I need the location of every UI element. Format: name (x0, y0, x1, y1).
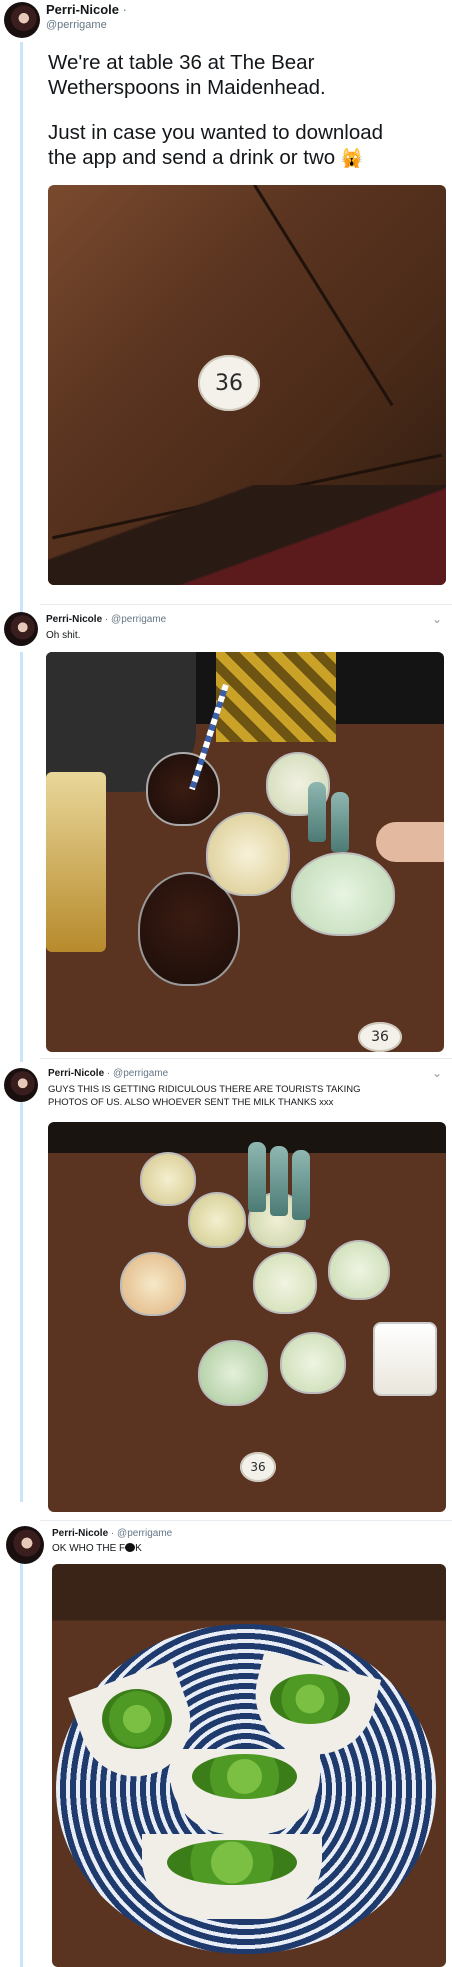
peas (192, 1754, 297, 1799)
tweet-text: GUYS THIS IS GETTING RIDICULOUS THERE AR… (48, 1083, 361, 1109)
author-handle[interactable]: @perrigame (46, 19, 107, 31)
tweet-text: We're at table 36 at The Bear Wetherspoo… (48, 50, 448, 171)
separator-dot: · (104, 614, 109, 625)
tweet-photo[interactable]: 36 (48, 1122, 446, 1512)
carpet (48, 485, 446, 585)
chevron-down-icon[interactable]: ⌄ (432, 1066, 442, 1080)
gin-glass (206, 812, 290, 896)
tweet-photo[interactable] (52, 1564, 446, 1967)
avatar[interactable] (4, 612, 38, 646)
tweet[interactable]: Perri-Nicole · @perrigame OK WHO THE FK (0, 1524, 452, 1967)
author-name[interactable]: Perri-Nicole (48, 1068, 104, 1079)
divider (40, 604, 452, 605)
peas (167, 1840, 297, 1885)
tweet-text-line: PHOTOS OF US. ALSO WHOEVER SENT THE MILK… (48, 1097, 334, 1108)
tweet[interactable]: Perri-Nicole · @perrigame ⌄ GUYS THIS IS… (0, 1064, 452, 1519)
author-handle[interactable]: @perrigame (117, 1528, 172, 1539)
divider (40, 1058, 452, 1059)
separator-dot: · (110, 1528, 115, 1539)
tweet-text-line: the app and send a drink or two 🙀 (48, 146, 364, 169)
tweet-text: Oh shit. (46, 630, 81, 641)
author-handle[interactable]: @perrigame (111, 614, 166, 625)
table-number-plate: 36 (240, 1452, 276, 1482)
tweet-photo[interactable]: 36 (48, 185, 446, 585)
author-handle[interactable]: @perrigame (113, 1068, 168, 1079)
milk-glass (373, 1322, 437, 1396)
gin-glass (280, 1332, 346, 1394)
tweet[interactable]: Perri-Nicole · @perrigame We're at table… (0, 0, 452, 600)
separator-dot: · (106, 1068, 111, 1079)
table-number-plate: 36 (198, 355, 260, 411)
tonic-bottle (248, 1142, 266, 1212)
separator-dot: · (122, 2, 127, 17)
peas (270, 1674, 350, 1724)
hand (376, 822, 444, 862)
gin-glass (198, 1340, 268, 1406)
divider (40, 1520, 452, 1521)
tweet-text-line: Just in case you wanted to download (48, 121, 384, 144)
tonic-bottle (292, 1150, 310, 1220)
gin-glass (291, 852, 395, 936)
pint-glass (46, 772, 106, 952)
tweet-text-line: GUYS THIS IS GETTING RIDICULOUS THERE AR… (48, 1084, 361, 1095)
gin-glass (253, 1252, 317, 1314)
avatar[interactable] (6, 1526, 44, 1564)
tweet[interactable]: Perri-Nicole · @perrigame ⌄ Oh shit. 36 (0, 610, 452, 1060)
avatar[interactable] (4, 1068, 38, 1102)
tonic-bottle (270, 1146, 288, 1216)
peas (102, 1689, 172, 1749)
author-name[interactable]: Perri-Nicole (52, 1528, 108, 1539)
cola-glass (146, 752, 220, 826)
tweet-text-line: We're at table 36 at The Bear (48, 51, 315, 74)
gin-glass (188, 1192, 246, 1248)
wallpaper (216, 652, 336, 742)
tweet-photo[interactable]: 36 (46, 652, 444, 1052)
censor-blot (125, 1543, 136, 1552)
author-name[interactable]: Perri-Nicole (46, 2, 119, 17)
tweet-text-line: Wetherspoons in Maidenhead. (48, 76, 326, 99)
gin-glass (120, 1252, 186, 1316)
gin-glass (328, 1240, 390, 1300)
tonic-bottle (331, 792, 349, 852)
tonic-bottle (308, 782, 326, 842)
tweet-text: OK WHO THE FK (52, 1543, 142, 1554)
gin-glass (140, 1152, 196, 1206)
avatar[interactable] (4, 2, 40, 38)
cat-emoji-icon: 🙀 (340, 148, 364, 168)
table-number-plate: 36 (358, 1022, 402, 1052)
chevron-down-icon[interactable]: ⌄ (432, 612, 442, 626)
author-name[interactable]: Perri-Nicole (46, 614, 102, 625)
table-seam (253, 185, 394, 407)
